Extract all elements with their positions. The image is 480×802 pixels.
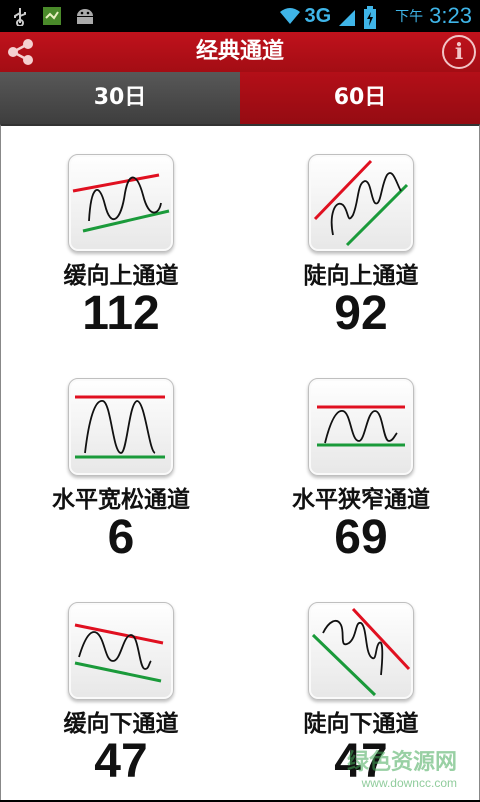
- wide-horizontal-channel-icon[interactable]: [68, 378, 174, 476]
- status-bar: 3G 下午 3:23: [0, 0, 480, 32]
- clock: 3:23: [429, 3, 472, 28]
- android-icon: [74, 6, 94, 26]
- gentle-up-channel-icon[interactable]: [68, 154, 174, 252]
- channel-name: 缓向上通道: [63, 263, 179, 289]
- tab-30-days[interactable]: 30日: [0, 72, 240, 124]
- signal-icon: [337, 6, 357, 26]
- steep-down-channel-icon[interactable]: [308, 602, 414, 700]
- info-button[interactable]: i: [442, 35, 476, 69]
- channel-item-narrow-horizontal[interactable]: 水平狭窄通道 69: [241, 350, 480, 574]
- channel-count: 112: [82, 287, 160, 340]
- title-bar: 经典通道 i: [0, 32, 480, 72]
- channel-name: 陡向上通道: [303, 263, 419, 289]
- channel-item-gentle-up[interactable]: 缓向上通道 112: [1, 126, 241, 350]
- page-title: 经典通道: [195, 39, 284, 64]
- channel-count: 47: [94, 735, 148, 788]
- network-type: 3G: [304, 4, 332, 27]
- channel-name: 水平狭窄通道: [292, 487, 430, 513]
- wifi-icon: [278, 6, 301, 26]
- channel-count: 6: [107, 511, 135, 564]
- channel-count: 92: [334, 287, 388, 340]
- narrow-horizontal-channel-icon[interactable]: [308, 378, 414, 476]
- channel-name: 水平宽松通道: [52, 487, 190, 513]
- gentle-down-channel-icon[interactable]: [68, 602, 174, 700]
- watermark-title: 绿色资源网: [346, 750, 457, 775]
- channel-name: 缓向下通道: [63, 711, 179, 737]
- watermark-url: www.downcc.com: [361, 776, 457, 790]
- steep-up-channel-icon[interactable]: [308, 154, 414, 252]
- channel-item-gentle-down[interactable]: 缓向下通道 47: [1, 574, 241, 802]
- channel-item-wide-horizontal[interactable]: 水平宽松通道 6: [1, 350, 241, 574]
- channel-count: 69: [334, 511, 388, 564]
- channel-grid: 缓向上通道 112 陡向上通道 92 水平宽松通道 6 水平狭窄通道 69 缓向…: [0, 124, 480, 800]
- period-tabs: 30日 60日: [0, 72, 480, 124]
- am-pm: 下午: [395, 8, 424, 24]
- app-icon: [42, 6, 62, 26]
- info-icon: i: [454, 39, 464, 65]
- battery-icon: [363, 6, 383, 29]
- usb-icon: [10, 6, 30, 27]
- channel-name: 陡向下通道: [303, 711, 419, 737]
- channel-item-steep-up[interactable]: 陡向上通道 92: [241, 126, 480, 350]
- watermark: 绿色资源网 www.downcc.com: [347, 744, 457, 790]
- tab-60-days[interactable]: 60日: [240, 72, 480, 124]
